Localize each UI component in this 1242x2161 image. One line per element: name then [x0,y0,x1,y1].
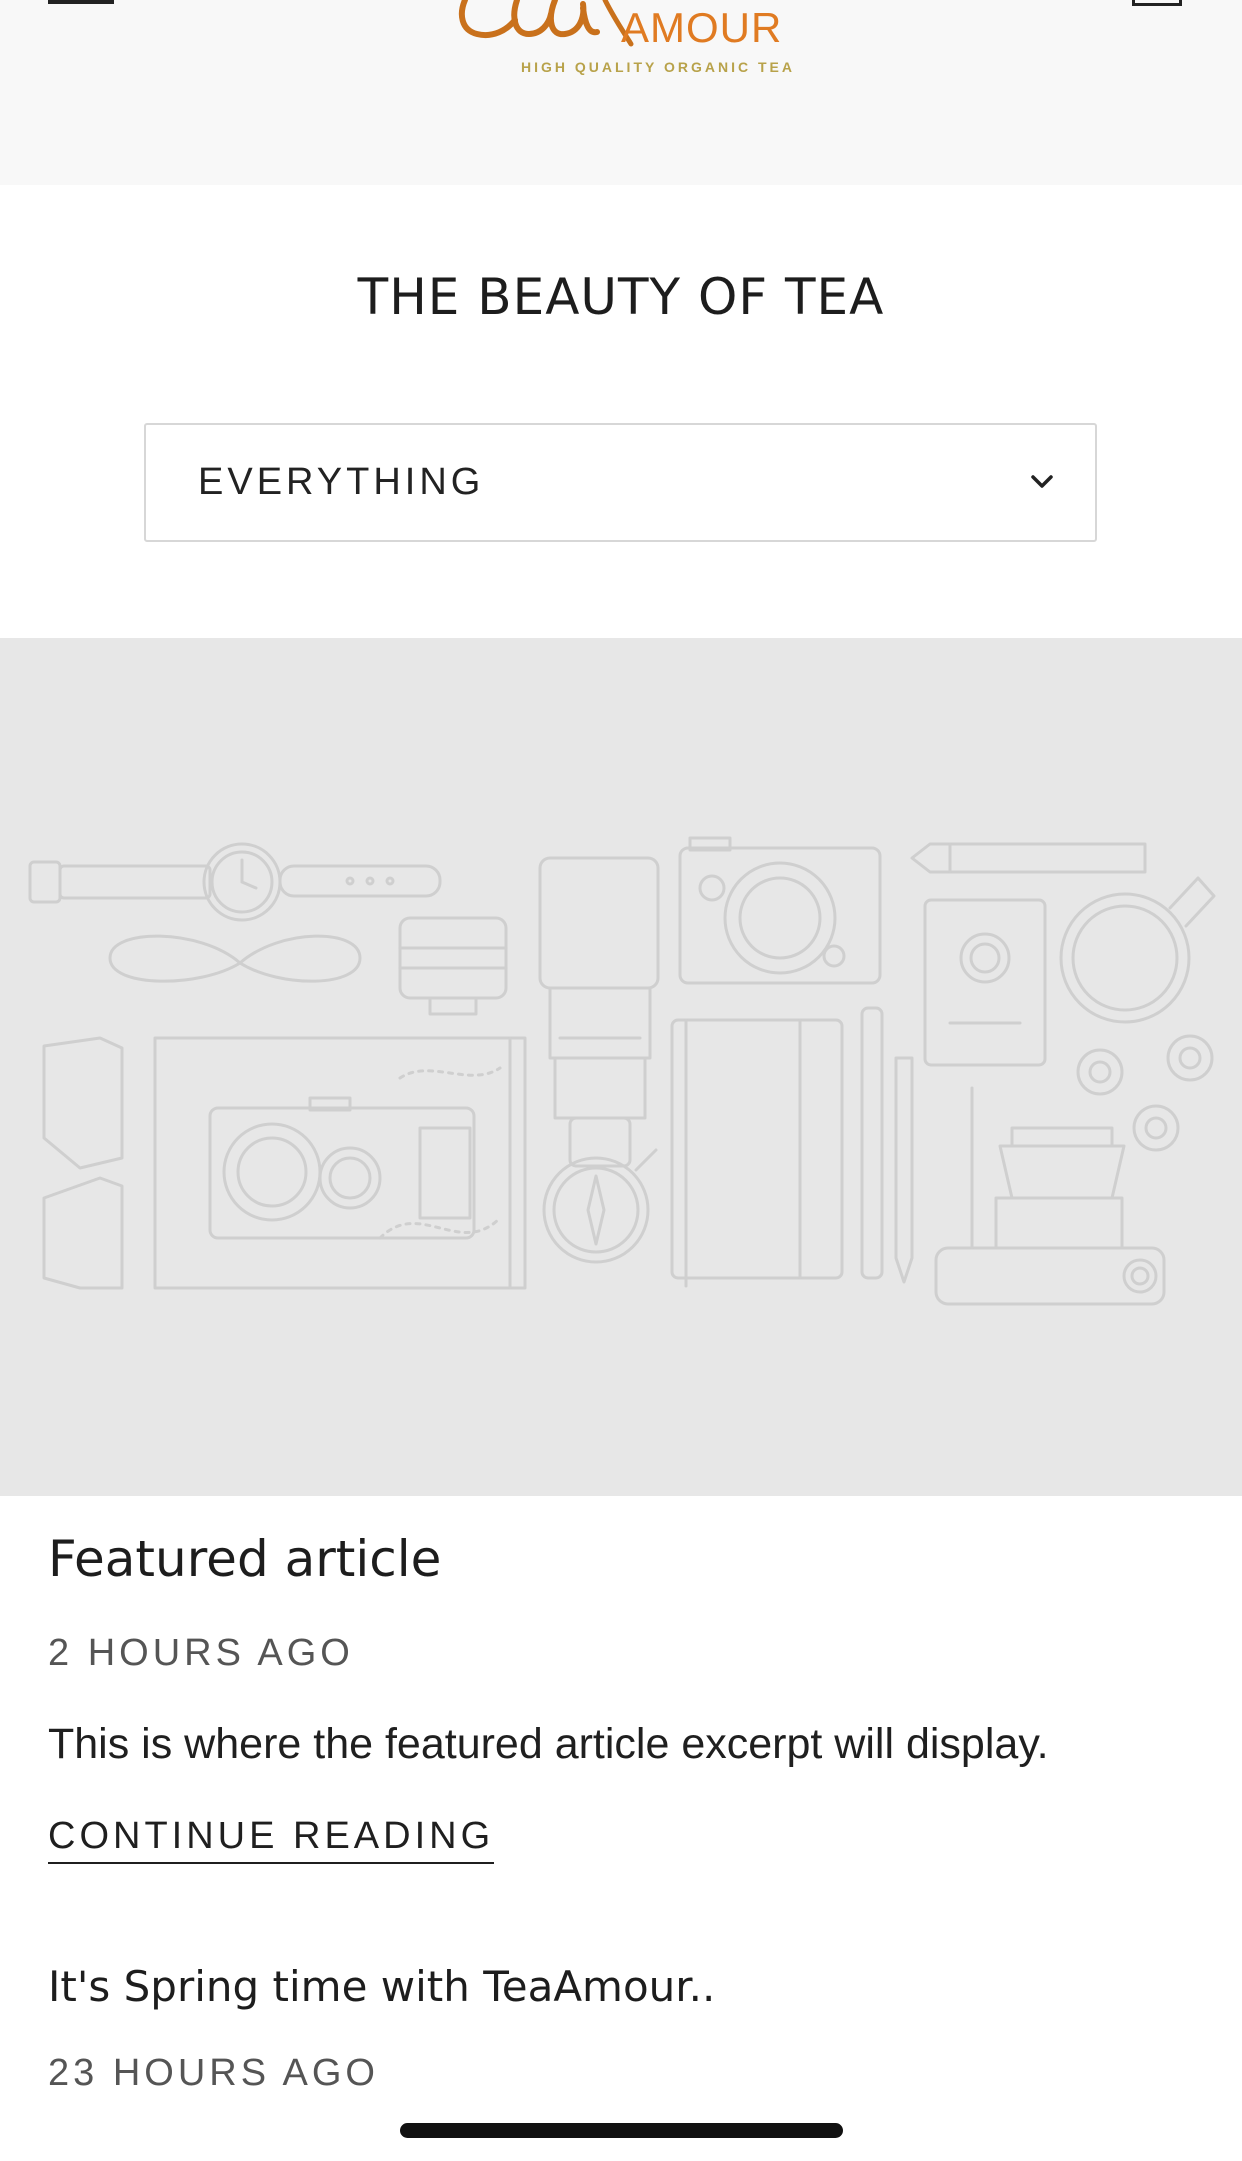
home-indicator[interactable] [400,2123,843,2138]
filter-selected-value: EVERYTHING [198,461,485,503]
brand-logo[interactable]: AMOUR HIGH QUALITY ORGANIC TEA [455,0,835,90]
article-date: 23 HOURS AGO [48,2052,379,2094]
logo-tagline: HIGH QUALITY ORGANIC TEA [521,59,795,75]
site-header: AMOUR HIGH QUALITY ORGANIC TEA [0,0,1242,185]
chevron-down-icon [1031,475,1053,488]
featured-article-title[interactable]: Featured article [48,1530,441,1588]
menu-icon[interactable] [48,0,114,6]
continue-reading-link[interactable]: CONTINUE READING [48,1815,495,1864]
page-title: THE BEAUTY OF TEA [357,268,885,326]
featured-article-excerpt: This is where the featured article excer… [48,1720,1049,1768]
blog-filter-select[interactable]: EVERYTHING [144,423,1097,542]
cart-icon[interactable] [1132,0,1182,6]
placeholder-illustration [28,836,1216,1306]
featured-article-date: 2 HOURS AGO [48,1632,354,1674]
featured-article-image[interactable] [0,638,1242,1496]
article-title[interactable]: It's Spring time with TeaAmour.. [48,1962,715,2011]
logo-wordmark: AMOUR [621,4,782,51]
